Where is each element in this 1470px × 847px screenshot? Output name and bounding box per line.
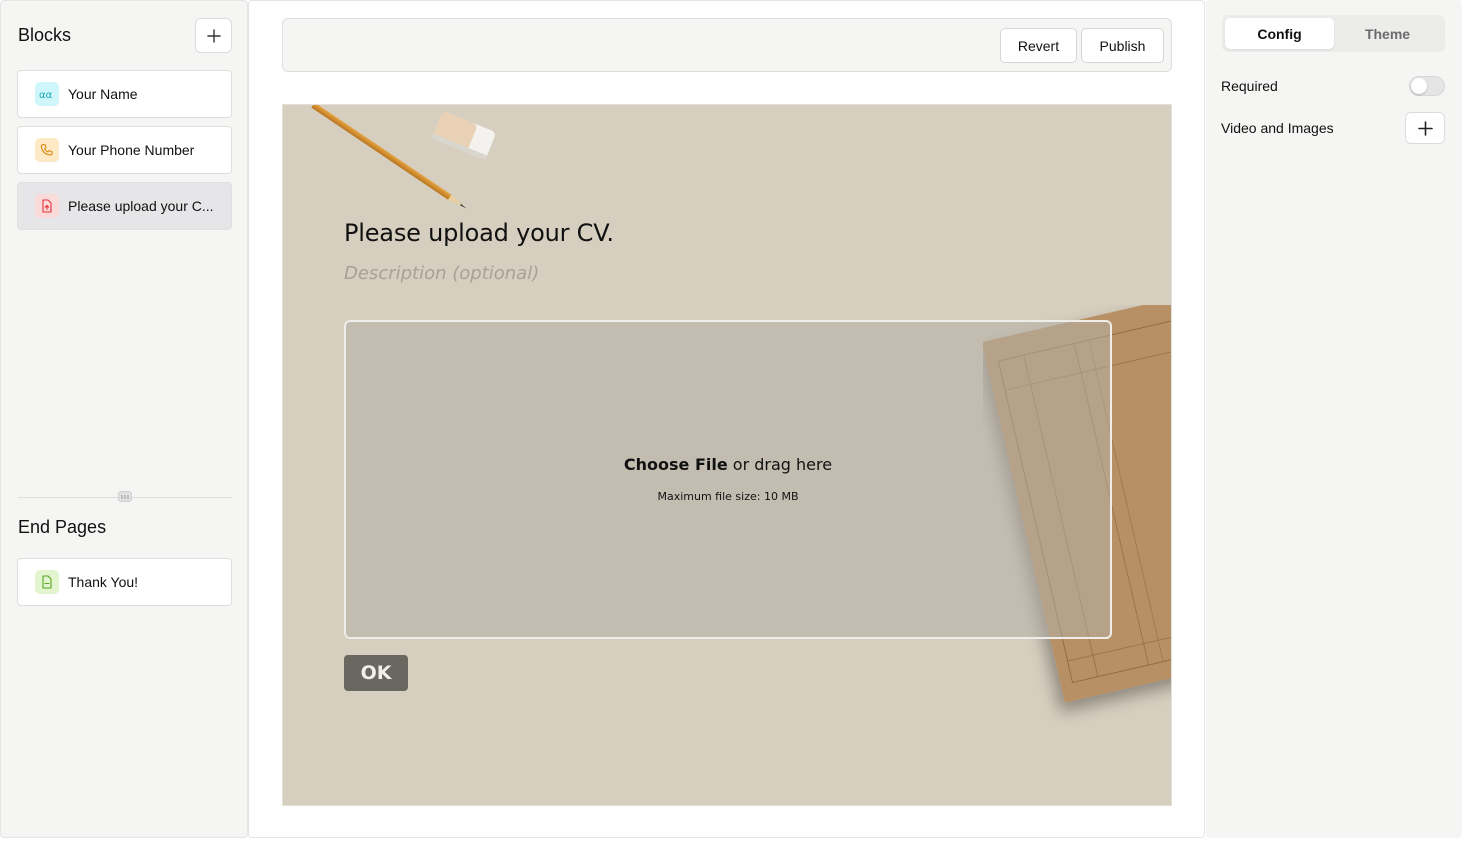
required-toggle[interactable]: [1409, 76, 1445, 96]
block-item-phone[interactable]: Your Phone Number: [17, 126, 232, 174]
plus-icon: [206, 28, 221, 43]
ok-button[interactable]: OK: [344, 655, 408, 691]
file-dropzone[interactable]: Choose File or drag here Maximum file si…: [344, 320, 1112, 639]
editor-toolbar: Revert Publish: [282, 18, 1172, 72]
document-icon: [35, 570, 59, 594]
block-item-your-name[interactable]: αα Your Name: [17, 70, 232, 118]
choose-file-link[interactable]: Choose File: [624, 455, 728, 474]
resize-handle-icon[interactable]: [118, 491, 132, 502]
end-page-item-thank-you[interactable]: Thank You!: [17, 558, 232, 606]
blocks-heading: Blocks: [18, 25, 72, 45]
video-images-label: Video and Images: [1221, 120, 1334, 136]
revert-button[interactable]: Revert: [1000, 28, 1077, 63]
settings-tabs: Config Theme: [1222, 15, 1445, 52]
required-label: Required: [1221, 78, 1278, 94]
svg-text:αα: αα: [39, 90, 53, 99]
tab-theme[interactable]: Theme: [1333, 18, 1442, 49]
text-input-icon: αα: [35, 82, 59, 106]
dropzone-text: Choose File or drag here: [346, 455, 1110, 474]
end-page-label: Thank You!: [68, 574, 139, 590]
publish-button[interactable]: Publish: [1081, 28, 1164, 63]
settings-panel: Config Theme Required Video and Images: [1206, 0, 1462, 838]
block-item-upload-cv[interactable]: Please upload your C...: [17, 182, 232, 230]
add-block-button[interactable]: [195, 18, 232, 53]
description-field[interactable]: Description (optional): [344, 263, 539, 284]
add-media-button[interactable]: [1405, 112, 1445, 144]
tab-config[interactable]: Config: [1225, 18, 1334, 49]
block-label: Your Name: [68, 86, 138, 102]
form-preview: Please upload your CV. Description (opti…: [282, 104, 1172, 806]
plus-icon: [1417, 120, 1433, 136]
max-file-size-note: Maximum file size: 10 MB: [657, 490, 799, 503]
end-pages-heading: End Pages: [18, 517, 107, 537]
phone-icon: [35, 138, 59, 162]
toggle-knob: [1411, 78, 1427, 94]
pencil-illustration: [311, 105, 495, 209]
block-label: Please upload your C...: [68, 198, 214, 214]
editor-area: Revert Publish Please upload your CV. De…: [248, 0, 1205, 838]
drag-here-text: or drag here: [727, 455, 833, 474]
question-title[interactable]: Please upload your CV.: [344, 219, 614, 247]
blocks-sidebar: Blocks αα Your Name Your Phone Number Pl…: [0, 0, 248, 838]
block-label: Your Phone Number: [68, 142, 195, 158]
file-upload-icon: [35, 194, 59, 218]
